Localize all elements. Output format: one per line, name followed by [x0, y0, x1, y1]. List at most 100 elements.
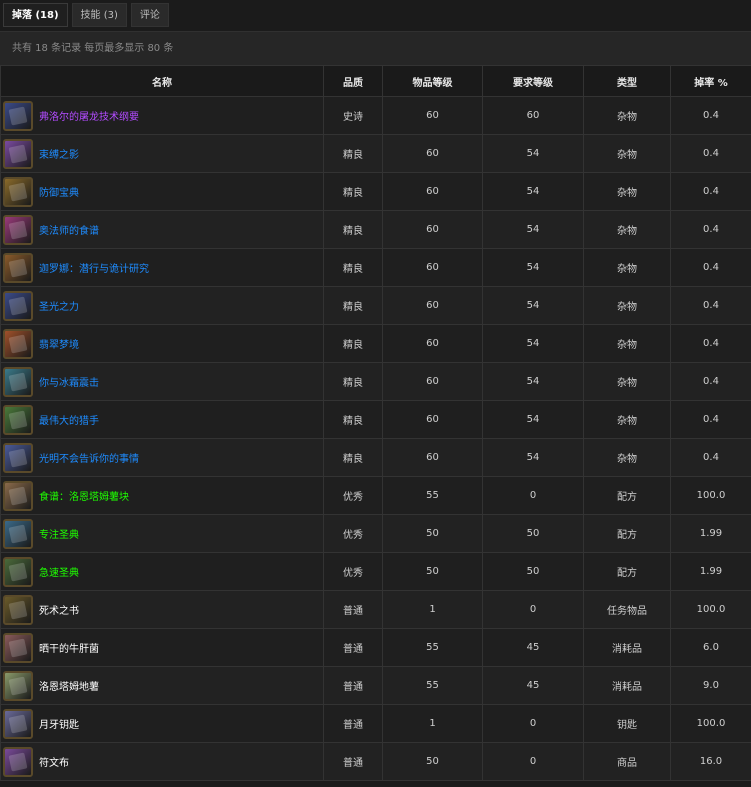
cell-item-level: 50: [382, 552, 483, 591]
cell-type: 配方: [583, 476, 671, 515]
cell-item-level: 60: [382, 134, 483, 173]
item-name-wrap: 洛恩塔姆地薯: [3, 670, 321, 701]
item-name-wrap: 死术之书: [3, 594, 321, 625]
cell-name: 圣光之力: [0, 286, 324, 325]
tome-icon[interactable]: [3, 252, 33, 283]
cell-name: 束缚之影: [0, 134, 324, 173]
item-name-wrap: 奥法师的食谱: [3, 214, 321, 245]
tab-skills[interactable]: 技能 (3): [71, 3, 127, 27]
cell-required-level: 0: [482, 476, 584, 515]
cell-drop-rate: 0.4: [670, 400, 751, 439]
table-row: 翡翠梦境 精良 60 54 杂物 0.4: [0, 324, 751, 363]
mushroom-icon[interactable]: [3, 632, 33, 663]
tab-drops[interactable]: 掉落 (18): [3, 3, 68, 27]
cell-required-level: 45: [482, 666, 584, 705]
item-name-wrap: 光明不会告诉你的事情: [3, 442, 321, 473]
cell-item-level: 60: [382, 248, 483, 287]
item-link[interactable]: 晒干的牛肝菌: [39, 640, 99, 655]
cell-required-level: 54: [482, 172, 584, 211]
item-link[interactable]: 洛恩塔姆地薯: [39, 678, 99, 693]
column-header-drop-rate[interactable]: 掉率 %: [670, 65, 751, 97]
tome-icon[interactable]: [3, 100, 33, 131]
item-name-wrap: 月牙钥匙: [3, 708, 321, 739]
column-header-name[interactable]: 名称: [0, 65, 324, 97]
cell-drop-rate: 0.4: [670, 248, 751, 287]
cell-required-level: 50: [482, 552, 584, 591]
tome-icon[interactable]: [3, 442, 33, 473]
item-name-wrap: 翡翠梦境: [3, 328, 321, 359]
cell-drop-rate: 100.0: [670, 704, 751, 743]
item-link[interactable]: 符文布: [39, 754, 69, 769]
item-link[interactable]: 光明不会告诉你的事情: [39, 450, 139, 465]
tome-icon[interactable]: [3, 290, 33, 321]
item-link[interactable]: 专注圣典: [39, 526, 79, 541]
item-link[interactable]: 死术之书: [39, 602, 79, 617]
cell-name: 急速圣典: [0, 552, 324, 591]
item-link[interactable]: 防御宝典: [39, 184, 79, 199]
column-header-item-level[interactable]: 物品等级: [382, 65, 483, 97]
cell-quality: 精良: [323, 438, 383, 477]
cell-required-level: 54: [482, 248, 584, 287]
item-link[interactable]: 迦罗娜：潜行与诡计研究: [39, 260, 149, 275]
tome-icon[interactable]: [3, 594, 33, 625]
cell-item-level: 60: [382, 438, 483, 477]
column-header-quality[interactable]: 品质: [323, 65, 383, 97]
cell-item-level: 60: [382, 286, 483, 325]
cell-quality: 精良: [323, 286, 383, 325]
item-link[interactable]: 奥法师的食谱: [39, 222, 99, 237]
scroll-icon[interactable]: [3, 480, 33, 511]
cell-required-level: 54: [482, 134, 584, 173]
cell-type: 商品: [583, 742, 671, 781]
cell-quality: 普通: [323, 704, 383, 743]
cell-drop-rate: 0.4: [670, 210, 751, 249]
item-name-wrap: 迦罗娜：潜行与诡计研究: [3, 252, 321, 283]
cell-name: 奥法师的食谱: [0, 210, 324, 249]
tome-icon[interactable]: [3, 366, 33, 397]
table-row: 防御宝典 精良 60 54 杂物 0.4: [0, 172, 751, 211]
tab-comments[interactable]: 评论: [130, 3, 169, 27]
tome-icon[interactable]: [3, 518, 33, 549]
item-link[interactable]: 月牙钥匙: [39, 716, 79, 731]
cell-name: 弗洛尔的屠龙技术纲要: [0, 96, 324, 135]
item-link[interactable]: 翡翠梦境: [39, 336, 79, 351]
table-row: 束缚之影 精良 60 54 杂物 0.4: [0, 134, 751, 173]
cell-item-level: 60: [382, 210, 483, 249]
tome-icon[interactable]: [3, 328, 33, 359]
key-icon[interactable]: [3, 708, 33, 739]
cell-item-level: 60: [382, 400, 483, 439]
cell-quality: 优秀: [323, 476, 383, 515]
item-link[interactable]: 你与冰霜震击: [39, 374, 99, 389]
cell-drop-rate: 1.99: [670, 552, 751, 591]
cell-quality: 精良: [323, 134, 383, 173]
tome-icon[interactable]: [3, 404, 33, 435]
tome-icon[interactable]: [3, 214, 33, 245]
cell-name: 翡翠梦境: [0, 324, 324, 363]
table-row: 圣光之力 精良 60 54 杂物 0.4: [0, 286, 751, 325]
cell-required-level: 0: [482, 590, 584, 629]
table-row: 急速圣典 优秀 50 50 配方 1.99: [0, 552, 751, 591]
item-link[interactable]: 束缚之影: [39, 146, 79, 161]
cell-drop-rate: 0.4: [670, 172, 751, 211]
potato-icon[interactable]: [3, 670, 33, 701]
tome-icon[interactable]: [3, 176, 33, 207]
column-header-required-level[interactable]: 要求等级: [482, 65, 584, 97]
item-link[interactable]: 圣光之力: [39, 298, 79, 313]
column-header-type[interactable]: 类型: [583, 65, 671, 97]
cell-type: 任务物品: [583, 590, 671, 629]
cell-type: 杂物: [583, 172, 671, 211]
tome-icon[interactable]: [3, 138, 33, 169]
item-link[interactable]: 最伟大的猎手: [39, 412, 99, 427]
drops-table: 名称 品质 物品等级 要求等级 类型 掉率 % 弗洛尔的屠龙技术纲要 史诗 60 60…: [0, 65, 751, 781]
item-link[interactable]: 弗洛尔的屠龙技术纲要: [39, 108, 139, 123]
cell-name: 符文布: [0, 742, 324, 781]
item-link[interactable]: 食谱：洛恩塔姆薯块: [39, 488, 129, 503]
cell-name: 防御宝典: [0, 172, 324, 211]
tome-icon[interactable]: [3, 556, 33, 587]
cell-quality: 普通: [323, 742, 383, 781]
cell-drop-rate: 9.0: [670, 666, 751, 705]
cloth-icon[interactable]: [3, 746, 33, 777]
cell-name: 月牙钥匙: [0, 704, 324, 743]
cell-name: 洛恩塔姆地薯: [0, 666, 324, 705]
item-link[interactable]: 急速圣典: [39, 564, 79, 579]
cell-quality: 史诗: [323, 96, 383, 135]
